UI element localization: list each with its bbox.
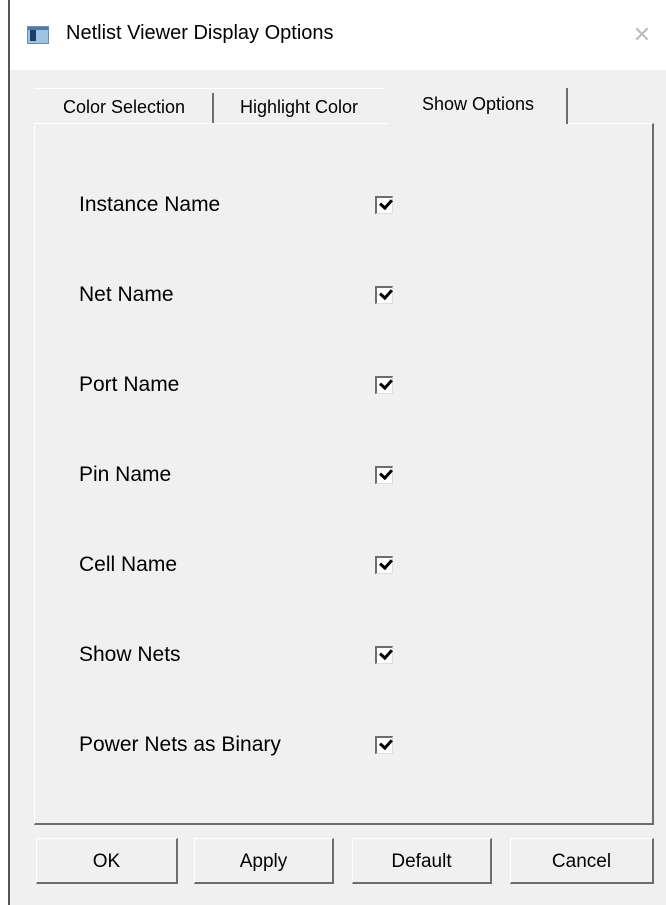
title-bar[interactable]: Netlist Viewer Display Options ✕ [10, 0, 666, 70]
tab-label: Highlight Color [239, 97, 359, 117]
option-label-cell-name: Cell Name [79, 553, 178, 576]
ok-button[interactable]: OK [36, 838, 178, 884]
tab-show-options[interactable]: Show Options [388, 82, 568, 124]
tab-highlight-color[interactable]: Highlight Color [214, 88, 384, 124]
option-label-power-nets-as-binary: Power Nets as Binary [79, 733, 281, 756]
window-title: Netlist Viewer Display Options [66, 22, 334, 44]
checkbox-power-nets-as-binary[interactable] [375, 735, 393, 754]
tab-label: Color Selection [62, 97, 186, 117]
option-label-pin-name: Pin Name [79, 463, 172, 486]
checkbox-instance-name[interactable] [375, 195, 393, 214]
close-icon[interactable]: ✕ [624, 18, 660, 52]
tab-label: Show Options [421, 94, 535, 114]
checkmark-icon [379, 555, 393, 571]
checkmark-icon [379, 735, 393, 751]
apply-button[interactable]: Apply [194, 838, 334, 884]
checkbox-net-name[interactable] [375, 285, 393, 304]
checkmark-icon [379, 195, 393, 211]
checkbox-show-nets[interactable] [375, 645, 393, 664]
tab-color-selection[interactable]: Color Selection [34, 88, 214, 124]
option-label-show-nets: Show Nets [79, 643, 181, 666]
option-label-net-name: Net Name [79, 283, 174, 306]
checkbox-cell-name[interactable] [375, 555, 393, 574]
option-label-port-name: Port Name [79, 373, 180, 396]
dialog-window: Netlist Viewer Display Options ✕ Color S… [10, 0, 666, 905]
cancel-button[interactable]: Cancel [510, 838, 654, 884]
checkbox-port-name[interactable] [375, 375, 393, 394]
checkmark-icon [379, 375, 393, 391]
checkmark-icon [379, 645, 393, 661]
checkbox-pin-name[interactable] [375, 465, 393, 484]
checkmark-icon [379, 285, 393, 301]
window-app-icon [27, 26, 49, 44]
default-button[interactable]: Default [352, 838, 492, 884]
checkmark-icon [379, 465, 393, 481]
show-options-panel: Instance Name Net Name Port Name Pin Nam… [34, 123, 654, 825]
option-label-instance-name: Instance Name [79, 193, 221, 216]
